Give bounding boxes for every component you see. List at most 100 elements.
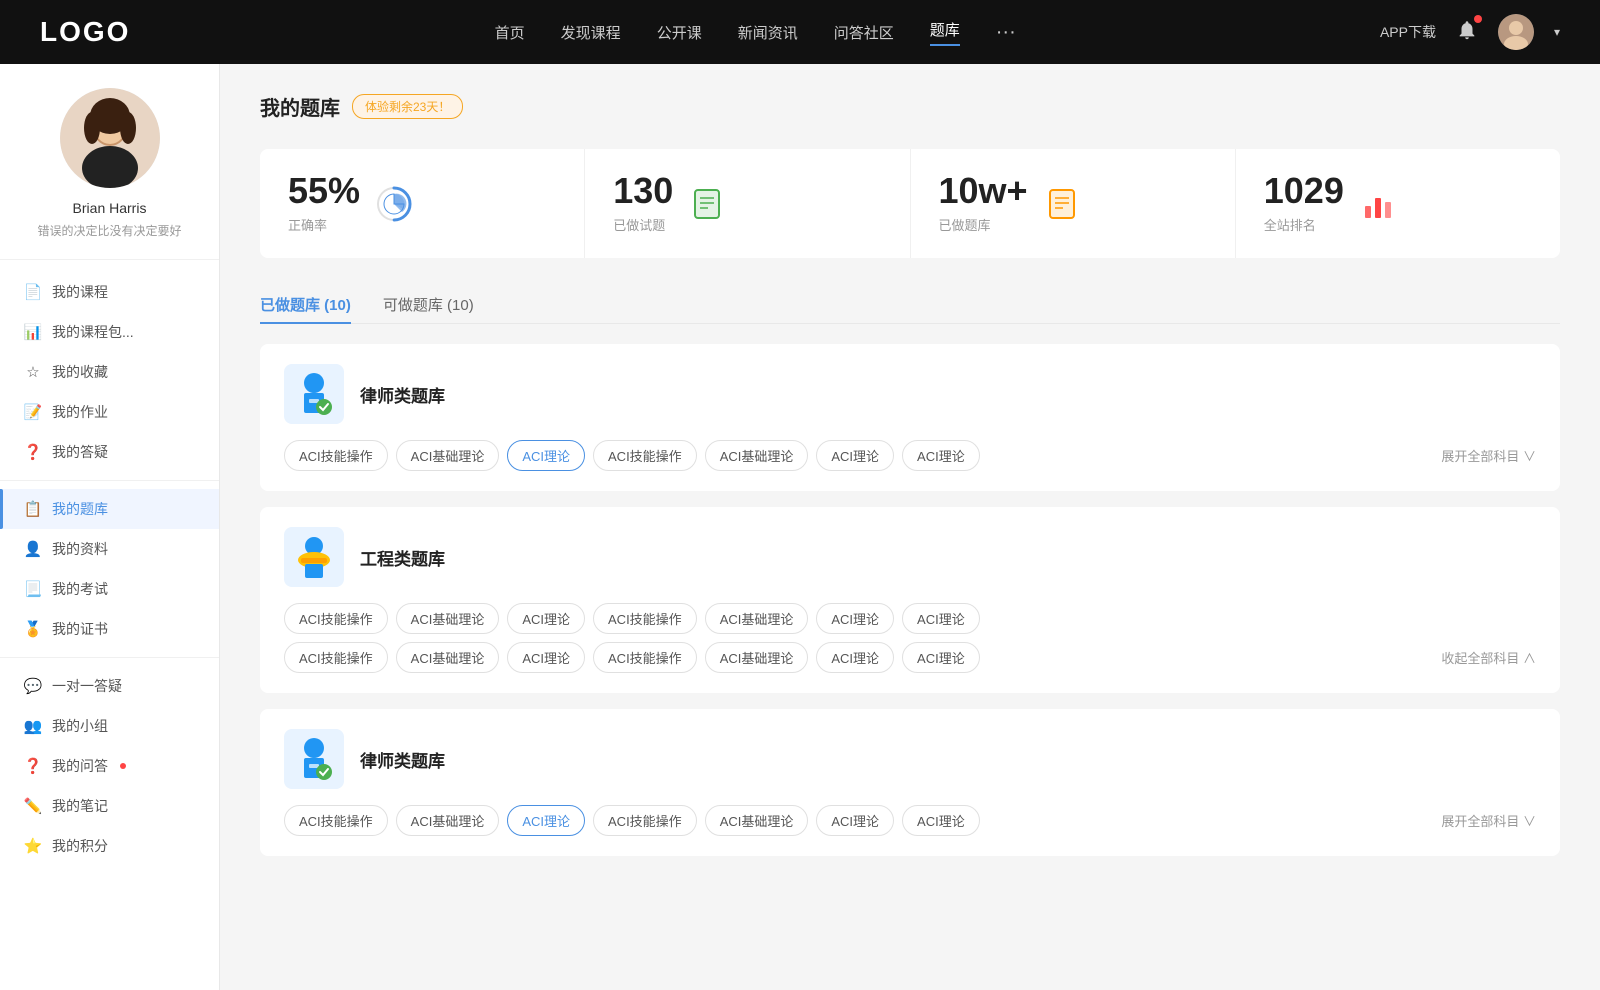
sidebar-item-homework[interactable]: 📝 我的作业 [0,392,219,432]
ranking-value: 1029 [1264,173,1344,209]
sidebar-item-coursepack[interactable]: 📊 我的课程包... [0,312,219,352]
pie-chart-icon [376,186,412,222]
sidebar-item-qbank[interactable]: 📋 我的题库 [0,489,219,529]
nav-more[interactable]: ··· [996,21,1016,44]
main-nav: 首页 发现课程 公开课 新闻资讯 问答社区 题库 ··· [495,19,1016,46]
doc-green-icon [689,186,725,222]
nav-opencourse[interactable]: 公开课 [657,22,702,43]
tags-row-3: ACI技能操作 ACI基础理论 ACI理论 ACI技能操作 ACI基础理论 AC… [284,805,1536,836]
tag-2-6[interactable]: ACI理论 [902,603,980,634]
sidebar-item-questions[interactable]: ❓ 我的答疑 [0,432,219,472]
tag-1-1[interactable]: ACI基础理论 [396,440,500,471]
sidebar-item-myqa[interactable]: ❓ 我的问答 [0,746,219,786]
tag-2-3[interactable]: ACI技能操作 [593,603,697,634]
tab-todo-banks[interactable]: 可做题库 (10) [383,286,474,323]
tag-3-5[interactable]: ACI理论 [816,805,894,836]
sidebar-motto: 错误的决定比没有决定要好 [37,222,181,239]
trial-badge: 体验剩余23天！ [352,94,463,119]
nav-discover[interactable]: 发现课程 [561,22,621,43]
sidebar-item-label: 一对一答疑 [52,676,122,696]
tag-2-0[interactable]: ACI技能操作 [284,603,388,634]
collapse-link-2[interactable]: 收起全部科目 ∧ [1441,648,1536,667]
sidebar-item-group[interactable]: 👥 我的小组 [0,706,219,746]
bank-card-header-3: 律师类题库 [284,729,1536,789]
tag-3-6[interactable]: ACI理论 [902,805,980,836]
tag-1-2[interactable]: ACI理论 [507,440,585,471]
sidebar-item-label: 我的笔记 [52,796,108,816]
sidebar-item-label: 我的作业 [52,402,108,422]
app-download-button[interactable]: APP下载 [1380,22,1436,42]
nav-qa[interactable]: 问答社区 [834,22,894,43]
sidebar-item-label: 我的小组 [52,716,108,736]
header-right: APP下载 ▾ [1380,14,1560,50]
tag-1-3[interactable]: ACI技能操作 [593,440,697,471]
bank-icon-2 [284,527,344,587]
tag-3-3[interactable]: ACI技能操作 [593,805,697,836]
certificate-icon: 🏅 [24,620,42,638]
qbank-icon: 📋 [24,500,42,518]
tag-1-4[interactable]: ACI基础理论 [705,440,809,471]
sidebar-menu: 📄 我的课程 📊 我的课程包... ☆ 我的收藏 📝 我的作业 ❓ 我的答疑 � [0,260,219,878]
avatar-portrait [60,88,160,188]
tag-1-5[interactable]: ACI理论 [816,440,894,471]
stat-text-correct: 55% 正确率 [288,173,360,234]
sidebar-item-course[interactable]: 📄 我的课程 [0,272,219,312]
tag-3-2[interactable]: ACI理论 [507,805,585,836]
bank-icon-3 [284,729,344,789]
tag-2-r2-0[interactable]: ACI技能操作 [284,642,388,673]
sidebar-item-label: 我的收藏 [52,362,108,382]
tag-2-r2-6[interactable]: ACI理论 [902,642,980,673]
tag-3-0[interactable]: ACI技能操作 [284,805,388,836]
page-title: 我的题库 [260,92,340,121]
bank-card-header-2: 工程类题库 [284,527,1536,587]
tag-1-0[interactable]: ACI技能操作 [284,440,388,471]
tag-2-r2-4[interactable]: ACI基础理论 [705,642,809,673]
tag-2-4[interactable]: ACI基础理论 [705,603,809,634]
tag-1-6[interactable]: ACI理论 [902,440,980,471]
sidebar-item-points[interactable]: ⭐ 我的积分 [0,826,219,866]
tag-2-1[interactable]: ACI基础理论 [396,603,500,634]
sidebar-item-label: 我的课程包... [52,322,134,342]
done-banks-icon [1042,184,1082,224]
stat-ranking: 1029 全站排名 [1236,149,1560,258]
sidebar-item-label: 我的证书 [52,619,108,639]
sidebar-item-notes[interactable]: ✏️ 我的笔记 [0,786,219,826]
1on1-icon: 💬 [24,677,42,695]
sidebar-item-exam[interactable]: 📃 我的考试 [0,569,219,609]
user-menu-chevron[interactable]: ▾ [1554,25,1560,39]
tag-2-r2-2[interactable]: ACI理论 [507,642,585,673]
sidebar: Brian Harris 错误的决定比没有决定要好 📄 我的课程 📊 我的课程包… [0,64,220,990]
doc-orange-icon [1044,186,1080,222]
expand-link-3[interactable]: 展开全部科目 ∨ [1441,811,1536,830]
correct-rate-label: 正确率 [288,215,360,234]
nav-home[interactable]: 首页 [495,22,525,43]
tab-done-banks[interactable]: 已做题库 (10) [260,286,351,323]
nav-news[interactable]: 新闻资讯 [738,22,798,43]
tabs: 已做题库 (10) 可做题库 (10) [260,286,1560,324]
tag-2-r2-5[interactable]: ACI理论 [816,642,894,673]
notes-icon: ✏️ [24,797,42,815]
tag-2-r2-1[interactable]: ACI基础理论 [396,642,500,673]
bar-chart-icon [1360,186,1396,222]
tag-2-5[interactable]: ACI理论 [816,603,894,634]
homework-icon: 📝 [24,403,42,421]
sidebar-item-label: 我的资料 [52,539,108,559]
sidebar-item-1on1[interactable]: 💬 一对一答疑 [0,666,219,706]
notification-bell[interactable] [1456,19,1478,46]
expand-link-1[interactable]: 展开全部科目 ∨ [1441,446,1536,465]
nav-qbank[interactable]: 题库 [930,19,960,46]
favorites-icon: ☆ [24,363,42,381]
sidebar-item-profile[interactable]: 👤 我的资料 [0,529,219,569]
tag-2-r2-3[interactable]: ACI技能操作 [593,642,697,673]
bank-title-2: 工程类题库 [360,545,445,570]
user-avatar[interactable] [1498,14,1534,50]
tag-2-2[interactable]: ACI理论 [507,603,585,634]
tag-3-4[interactable]: ACI基础理论 [705,805,809,836]
tag-3-1[interactable]: ACI基础理论 [396,805,500,836]
group-icon: 👥 [24,717,42,735]
page-header: 我的题库 体验剩余23天！ [260,92,1560,121]
sidebar-item-favorites[interactable]: ☆ 我的收藏 [0,352,219,392]
notification-badge [1474,15,1482,23]
lawyer-icon [289,369,339,419]
sidebar-item-certificate[interactable]: 🏅 我的证书 [0,609,219,649]
